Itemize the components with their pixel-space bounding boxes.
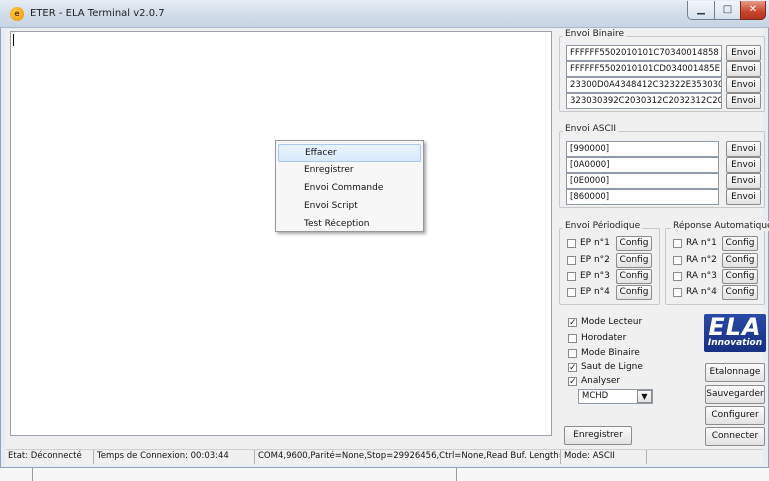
binary-send-button-3[interactable]: Envoi [726,77,761,93]
ep3-config-button[interactable]: Config [616,269,652,284]
ra3-label: RA n°3 [686,271,717,281]
binary-send-button-1[interactable]: Envoi [726,45,761,61]
ascii-send-button-4[interactable]: Envoi [726,189,761,205]
binary-field-2[interactable]: FFFFFF5502010101CD034001485E [566,61,722,77]
horodater-checkbox[interactable] [568,334,577,343]
sauvegarder-button[interactable]: Sauvegarder [705,385,765,404]
status-mode: Mode: ASCII [562,450,647,464]
binary-send-button-2[interactable]: Envoi [726,61,761,77]
envoi-ascii-title: Envoi ASCII [563,124,619,134]
context-menu: Effacer Enregistrer Envoi Commande Envoi… [275,140,424,232]
analyser-label: Analyser [581,376,621,386]
enregistrer-button[interactable]: Enregistrer [564,426,632,445]
ascii-field-1[interactable]: [990000] [566,141,719,157]
window-title: ETER - ELA Terminal v2.0.7 [30,8,165,19]
ra2-config-button[interactable]: Config [722,253,758,268]
ascii-field-3[interactable]: [0E0000] [566,173,719,189]
menu-item-envoi-script[interactable]: Envoi Script [278,198,421,216]
app-icon: e [10,7,24,21]
configurer-button[interactable]: Configurer [705,406,765,425]
mode-binaire-checkbox[interactable] [568,349,577,358]
close-button[interactable]: ✕ [740,1,766,20]
binary-field-1[interactable]: FFFFFF5502010101C70340014858 [566,45,722,61]
parser-select-value: MCHD [582,391,609,401]
ra2-label: RA n°2 [686,255,717,265]
logo-text-innovation: Innovation [707,338,763,348]
ra3-config-button[interactable]: Config [722,269,758,284]
reponse-auto-title: Réponse Automatique [671,221,769,231]
binary-field-4[interactable]: 323030392C2030312C2032312C203 [566,93,722,109]
ascii-send-button-1[interactable]: Envoi [726,141,761,157]
background-divider [32,468,33,481]
menu-item-effacer[interactable]: Effacer [278,144,421,162]
status-etat: Etat: Déconnecté [6,450,94,464]
menu-item-test-reception[interactable]: Test Réception [278,216,421,234]
status-temps-connexion: Temps de Connexion: 00:03:44 [95,450,255,464]
ep1-config-button[interactable]: Config [616,236,652,251]
menu-item-envoi-commande[interactable]: Envoi Commande [278,180,421,198]
saut-de-ligne-checkbox[interactable]: ✓ [568,363,577,373]
connecter-button[interactable]: Connecter [705,427,765,446]
text-caret [13,34,14,46]
mode-binaire-label: Mode Binaire [581,348,640,358]
ela-logo: ELA Innovation [704,314,766,352]
desktop-background [0,468,769,481]
binary-field-3[interactable]: 23300D0A4348412C32322E3530303 [566,77,722,93]
ra1-checkbox[interactable] [673,239,682,248]
etalonnage-button[interactable]: Etalonnage [705,363,765,382]
ep4-config-button[interactable]: Config [616,285,652,300]
ra4-checkbox[interactable] [673,288,682,297]
background-divider [456,468,457,481]
ra1-label: RA n°1 [686,238,717,248]
ra2-checkbox[interactable] [673,256,682,265]
binary-send-button-4[interactable]: Envoi [726,93,761,109]
ascii-field-2[interactable]: [0A0000] [566,157,719,173]
minimize-button[interactable]: ▁ [687,1,715,20]
ra4-config-button[interactable]: Config [722,285,758,300]
ep1-label: EP n°1 [580,238,610,248]
saut-de-ligne-label: Saut de Ligne [581,362,643,372]
ascii-send-button-2[interactable]: Envoi [726,157,761,173]
ep3-checkbox[interactable] [567,272,576,281]
ep1-checkbox[interactable] [567,239,576,248]
ascii-send-button-3[interactable]: Envoi [726,173,761,189]
chevron-down-icon[interactable]: ▼ [637,390,652,403]
analyser-checkbox[interactable]: ✓ [568,377,577,387]
ra3-checkbox[interactable] [673,272,682,281]
mode-lecteur-checkbox[interactable]: ✓ [568,318,577,328]
ep3-label: EP n°3 [580,271,610,281]
ep2-label: EP n°2 [580,255,610,265]
logo-text-ela: ELA [708,314,762,341]
status-port-settings: COM4,9600,Parité=None,Stop=29926456,Ctrl… [256,450,561,464]
ep2-checkbox[interactable] [567,256,576,265]
envoi-periodique-title: Envoi Périodique [563,221,643,231]
ep4-checkbox[interactable] [567,288,576,297]
maximize-button[interactable]: □ [714,1,741,20]
ep4-label: EP n°4 [580,287,610,297]
mode-lecteur-label: Mode Lecteur [581,317,643,327]
ep2-config-button[interactable]: Config [616,253,652,268]
menu-item-enregistrer[interactable]: Enregistrer [278,162,421,180]
title-bar[interactable]: e ETER - ELA Terminal v2.0.7 ▁ □ ✕ [0,0,769,28]
ascii-field-4[interactable]: [860000] [566,189,719,205]
ra4-label: RA n°4 [686,287,717,297]
envoi-binaire-title: Envoi Binaire [563,29,627,39]
ra1-config-button[interactable]: Config [722,236,758,251]
horodater-label: Horodater [581,333,627,343]
